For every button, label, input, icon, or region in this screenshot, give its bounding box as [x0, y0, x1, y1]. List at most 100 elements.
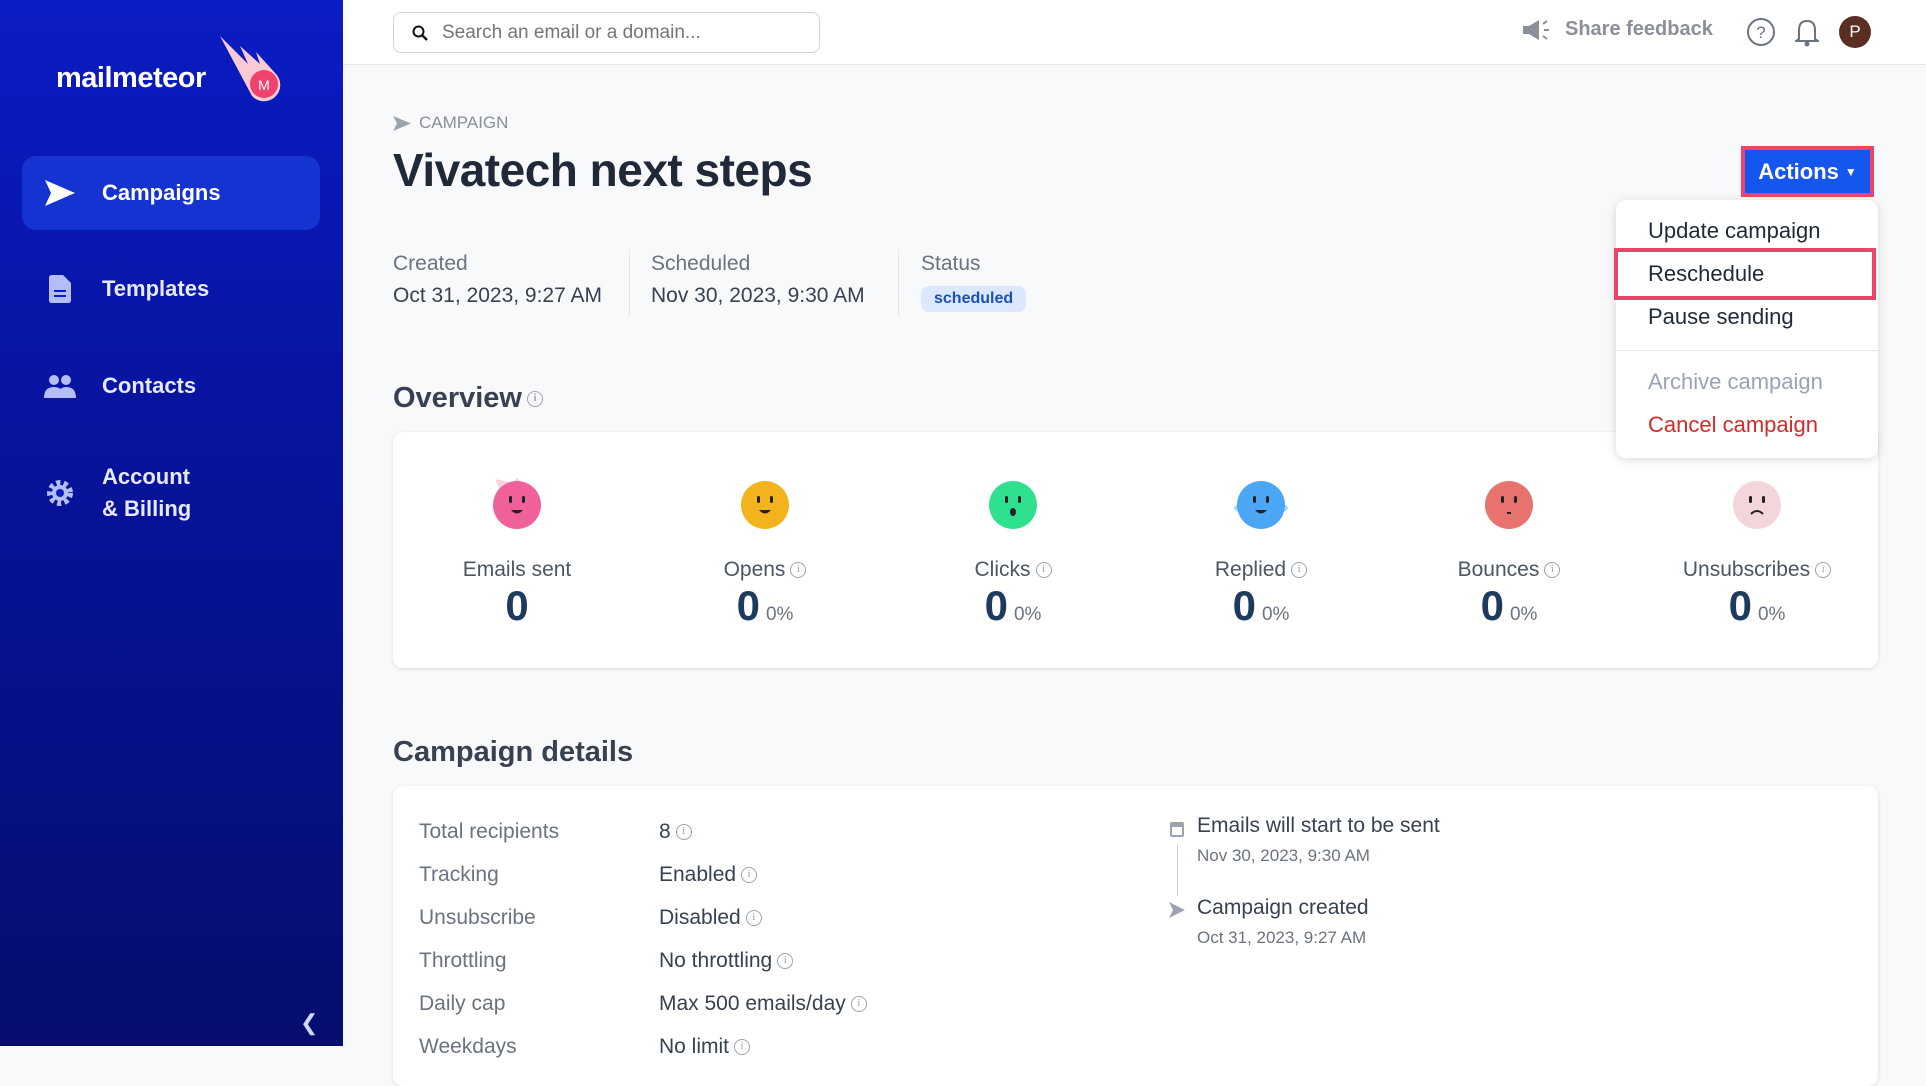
sidebar-item-account-billing[interactable]: Account & Billing — [22, 454, 320, 532]
info-icon[interactable]: i — [745, 910, 762, 927]
detail-value: 8i — [659, 820, 692, 844]
meteor-logo-icon: M — [220, 36, 281, 102]
document-icon — [42, 275, 78, 303]
actions-menu: Update campaign Reschedule Pause sending… — [1614, 200, 1878, 458]
unsubscribes-emoji-icon — [1733, 481, 1781, 529]
sidebar-item-label: Account & Billing — [102, 461, 191, 525]
info-icon[interactable]: i — [1815, 562, 1832, 579]
detail-value-text: Enabled — [659, 863, 737, 886]
timeline-date: Nov 30, 2023, 9:30 AM — [1197, 846, 1370, 865]
created-value: Oct 31, 2023, 9:27 AM — [393, 284, 602, 307]
detail-value-text: No throttling — [659, 949, 773, 972]
stat-percent: 0% — [1261, 604, 1290, 625]
label-line: & Billing — [102, 496, 192, 521]
detail-label: Unsubscribe — [419, 906, 536, 929]
stat-label: Unsubscribes i — [1633, 558, 1881, 582]
stat-label: Clicks i — [889, 558, 1137, 582]
stat-label-text: Replied — [1214, 558, 1287, 581]
overview-title: Overview — [393, 382, 522, 414]
stat-label-text: Emails sent — [462, 558, 572, 581]
status-label: Status — [921, 252, 981, 275]
stat-percent: 0% — [1757, 604, 1786, 625]
info-icon[interactable]: i — [675, 824, 692, 841]
stat-label: Opens i — [641, 558, 889, 582]
actions-dropdown-button[interactable]: Actions ▼ — [1741, 146, 1874, 197]
detail-value-text: Disabled — [659, 906, 741, 929]
stat-value: 0 — [393, 582, 641, 630]
menu-item-pause-sending[interactable]: Pause sending — [1648, 304, 1794, 330]
logo-text: mailmeteor — [56, 62, 206, 94]
menu-item-archive-campaign[interactable]: Archive campaign — [1648, 369, 1823, 395]
detail-label: Tracking — [419, 863, 499, 886]
svg-text:?: ? — [1756, 23, 1765, 42]
timeline-line — [1177, 844, 1178, 896]
menu-item-reschedule[interactable]: Reschedule — [1648, 261, 1764, 287]
stat-count: 0 — [1232, 582, 1256, 629]
info-icon[interactable]: i — [741, 867, 758, 884]
caret-down-icon: ▼ — [1844, 164, 1857, 179]
sidebar-item-templates[interactable]: Templates — [22, 252, 320, 326]
stat-label-text: Unsubscribes — [1682, 558, 1811, 581]
info-icon[interactable]: i — [734, 1039, 751, 1056]
search-icon — [412, 25, 428, 41]
collapse-sidebar-chevron-left-icon[interactable]: ❮ — [300, 1010, 318, 1036]
stat-percent: 0% — [765, 604, 794, 625]
share-feedback-button[interactable]: Share feedback — [1523, 18, 1713, 41]
stat-count: 0 — [1480, 582, 1504, 629]
info-icon[interactable]: i — [526, 391, 543, 408]
info-icon[interactable]: i — [1035, 562, 1052, 579]
top-header: Share feedback ? P — [343, 0, 1926, 65]
detail-value: Enabled i — [659, 863, 758, 887]
stat-count: 0 — [736, 582, 760, 629]
avatar[interactable]: P — [1839, 16, 1871, 48]
info-icon[interactable]: i — [850, 996, 867, 1013]
send-icon — [42, 180, 78, 206]
info-icon[interactable]: i — [777, 953, 794, 970]
bell-icon[interactable] — [1795, 17, 1819, 47]
search-box[interactable] — [393, 12, 820, 53]
stat-label-text: Bounces — [1457, 558, 1540, 581]
detail-value: Disabled i — [659, 906, 762, 930]
stat-count: 0 — [984, 582, 1008, 629]
campaign-details-heading: Campaign details — [393, 736, 634, 768]
divider — [629, 250, 630, 316]
stat-count: 0 — [505, 582, 529, 629]
actions-label: Actions — [1758, 158, 1839, 184]
stat-value: 0 0% — [889, 582, 1137, 630]
sidebar-item-contacts[interactable]: Contacts — [22, 349, 320, 423]
stat-label-text: Opens — [723, 558, 786, 581]
scheduled-label: Scheduled — [651, 252, 751, 275]
detail-value: Max 500 emails/day i — [659, 992, 867, 1016]
detail-value: No limit i — [659, 1035, 751, 1059]
stat-value: 0 0% — [1137, 582, 1385, 630]
status-badge: scheduled — [921, 286, 1027, 312]
sidebar-item-label: Campaigns — [102, 180, 221, 205]
clicks-emoji-icon — [989, 481, 1037, 529]
users-icon — [42, 374, 78, 398]
opens-emoji-icon — [741, 481, 789, 529]
detail-value-text: 8 — [659, 820, 671, 843]
info-icon[interactable]: i — [790, 562, 807, 579]
menu-item-cancel-campaign[interactable]: Cancel campaign — [1648, 412, 1818, 438]
breadcrumb[interactable]: CAMPAIGN — [393, 113, 508, 133]
send-icon — [1169, 902, 1185, 918]
search-input[interactable] — [442, 21, 802, 44]
stat-label-text: Clicks — [974, 558, 1031, 581]
stat-percent: 0% — [1509, 604, 1538, 625]
info-icon[interactable]: i — [1291, 562, 1308, 579]
stat-value: 0 0% — [1633, 582, 1881, 630]
emails-sent-emoji-icon — [493, 478, 541, 529]
send-icon — [393, 115, 411, 131]
sidebar-item-campaigns[interactable]: Campaigns — [22, 156, 320, 230]
gear-icon — [42, 479, 78, 507]
detail-value: No throttling i — [659, 949, 794, 973]
menu-item-update-campaign[interactable]: Update campaign — [1648, 218, 1820, 244]
detail-value-text: No limit — [659, 1035, 730, 1058]
overview-heading: Overview i — [393, 382, 543, 415]
detail-label: Throttling — [419, 949, 507, 972]
info-icon[interactable]: i — [1544, 562, 1561, 579]
breadcrumb-label: CAMPAIGN — [419, 113, 509, 132]
page-title: Vivatech next steps — [393, 144, 813, 196]
stat-value: 0 0% — [641, 582, 889, 630]
help-icon[interactable]: ? — [1746, 17, 1776, 47]
